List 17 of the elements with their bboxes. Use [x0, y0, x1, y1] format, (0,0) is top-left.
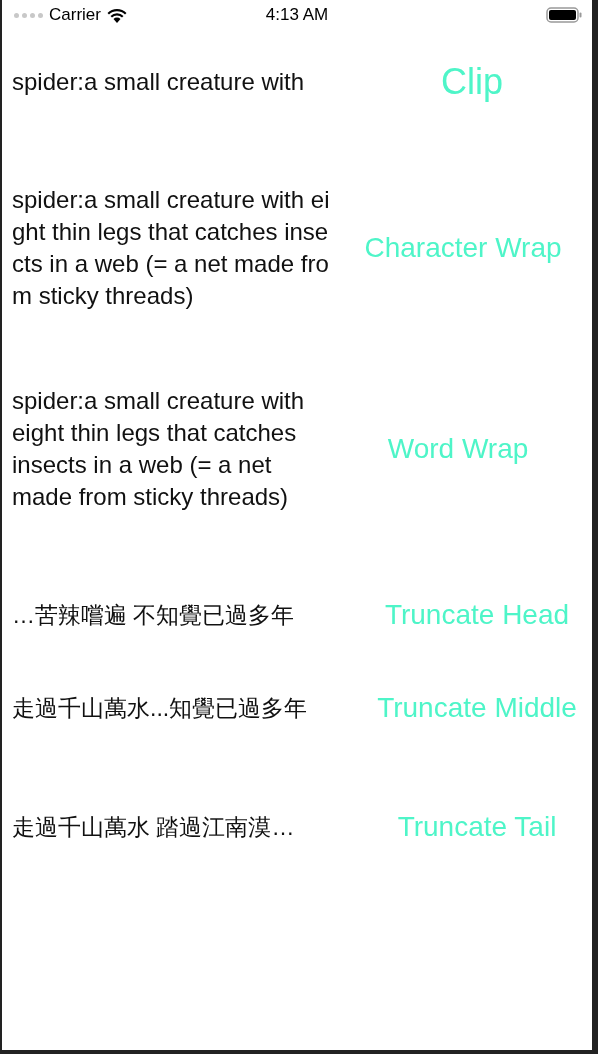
sample-text: spider:a small creature with eight thin legs that catches insects in a web (= a net made from sticky threads): [12, 185, 331, 311]
sample-text: 走過千山萬水...知覺已過多年: [12, 694, 309, 723]
sample-text: 走過千山萬水 踏過江南漠…: [12, 813, 296, 842]
wifi-icon: [106, 7, 127, 23]
carrier-name: Carrier: [49, 5, 101, 25]
sample-text: spider:a small creature with eight thin legs that catches insects in a web (= a net made from sticky threads): [12, 386, 306, 512]
battery-icon: [546, 7, 582, 23]
signal-icon: [14, 12, 43, 18]
sample-text: spider:a small creature with: [12, 67, 306, 97]
mode-label: Truncate Head: [384, 599, 570, 631]
sample-text: …苦辣嚐遍 不知覺已過多年: [12, 601, 296, 630]
mode-label: Truncate Middle: [377, 692, 577, 724]
clock-time: 4:13 AM: [265, 5, 329, 24]
mode-label: Clip: [441, 61, 503, 103]
mode-label: Character Wrap: [364, 232, 562, 264]
mode-label: Word Wrap: [387, 433, 529, 465]
mode-label: Truncate Tail: [397, 811, 557, 843]
